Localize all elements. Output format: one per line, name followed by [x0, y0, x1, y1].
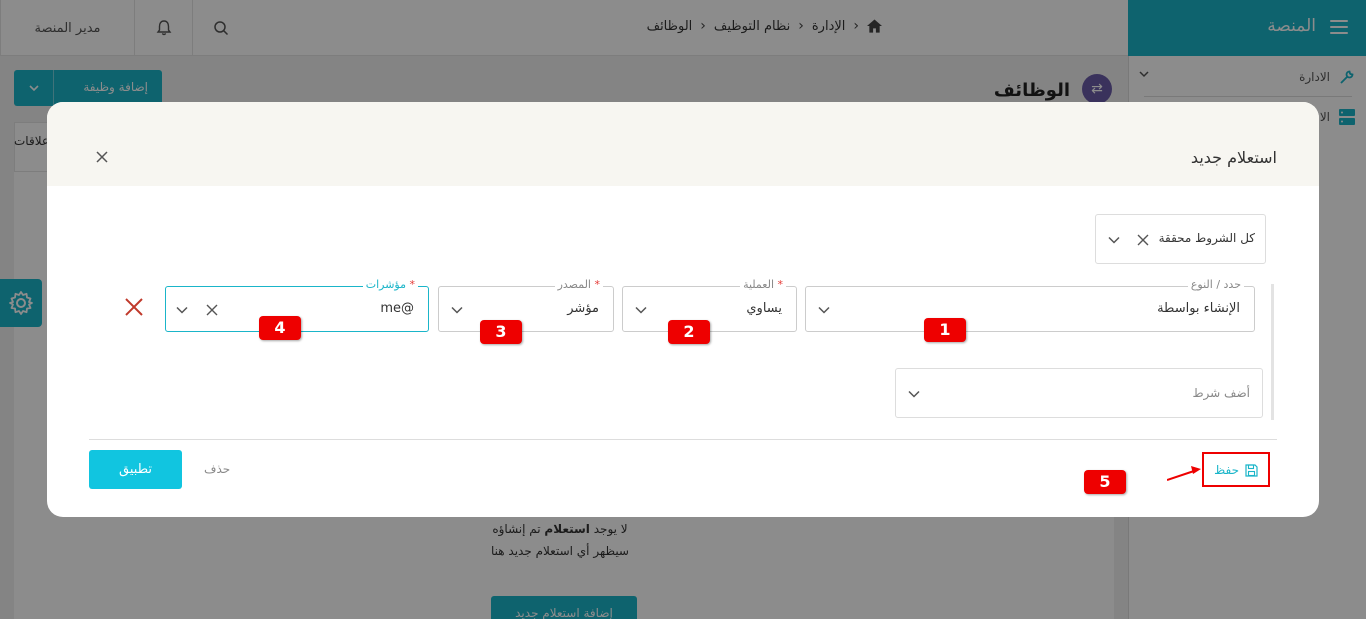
add-condition-placeholder: أضف شرط: [1192, 386, 1250, 400]
annotation-badge: 1: [924, 318, 966, 342]
save-highlight-box: حفظ: [1202, 452, 1270, 487]
save-button[interactable]: حفظ: [1214, 463, 1258, 477]
chevron-down-icon[interactable]: [635, 304, 647, 316]
apply-button[interactable]: تطبيق: [89, 450, 182, 489]
condition-mode-value: كل الشروط محققة: [1158, 231, 1255, 245]
close-icon[interactable]: [95, 150, 109, 164]
annotation-badge: 3: [480, 320, 522, 344]
clear-icon[interactable]: [206, 304, 218, 316]
indicators-value: @me: [380, 301, 414, 316]
field-label: * مؤشرات: [362, 278, 418, 291]
required-mark: *: [409, 278, 416, 291]
new-query-modal: استعلام جديد كل الشروط محققة حدد / النوع…: [47, 102, 1319, 517]
annotation-badge: 2: [668, 320, 710, 344]
condition-mode-select[interactable]: كل الشروط محققة: [1095, 214, 1266, 264]
required-mark: *: [777, 278, 784, 291]
chevron-down-icon[interactable]: [908, 388, 920, 400]
group-indicator-line: [1271, 284, 1274, 420]
annotation-arrow: [1167, 466, 1201, 481]
modal-header: استعلام جديد: [47, 102, 1319, 186]
field-label-text: العملية: [743, 278, 774, 291]
type-select[interactable]: حدد / النوع الإنشاء بواسطة: [805, 278, 1255, 332]
source-select[interactable]: * المصدر مؤشر: [438, 278, 614, 332]
clear-icon[interactable]: [1137, 234, 1149, 246]
chevron-down-icon[interactable]: [818, 304, 830, 316]
remove-condition-icon[interactable]: [123, 296, 145, 318]
operation-value: يساوي: [746, 301, 782, 316]
type-value: الإنشاء بواسطة: [1157, 301, 1240, 316]
floppy-disk-icon: [1245, 463, 1258, 477]
field-label-text: المصدر: [557, 278, 591, 291]
field-label-text: مؤشرات: [365, 278, 406, 291]
chevron-down-icon[interactable]: [1108, 234, 1120, 246]
field-label: * العملية: [740, 278, 786, 291]
source-value: مؤشر: [567, 301, 599, 316]
field-label: حدد / النوع: [1187, 278, 1244, 291]
modal-title: استعلام جديد: [1190, 148, 1277, 167]
save-label: حفظ: [1214, 463, 1239, 477]
chevron-down-icon[interactable]: [451, 304, 463, 316]
annotation-badge: 4: [259, 316, 301, 340]
add-condition-select[interactable]: أضف شرط: [895, 368, 1263, 418]
field-label: * المصدر: [554, 278, 603, 291]
annotation-badge: 5: [1084, 470, 1126, 494]
required-mark: *: [594, 278, 601, 291]
chevron-down-icon[interactable]: [176, 304, 188, 316]
footer-divider: [89, 439, 1277, 440]
delete-button[interactable]: حذف: [204, 462, 230, 476]
